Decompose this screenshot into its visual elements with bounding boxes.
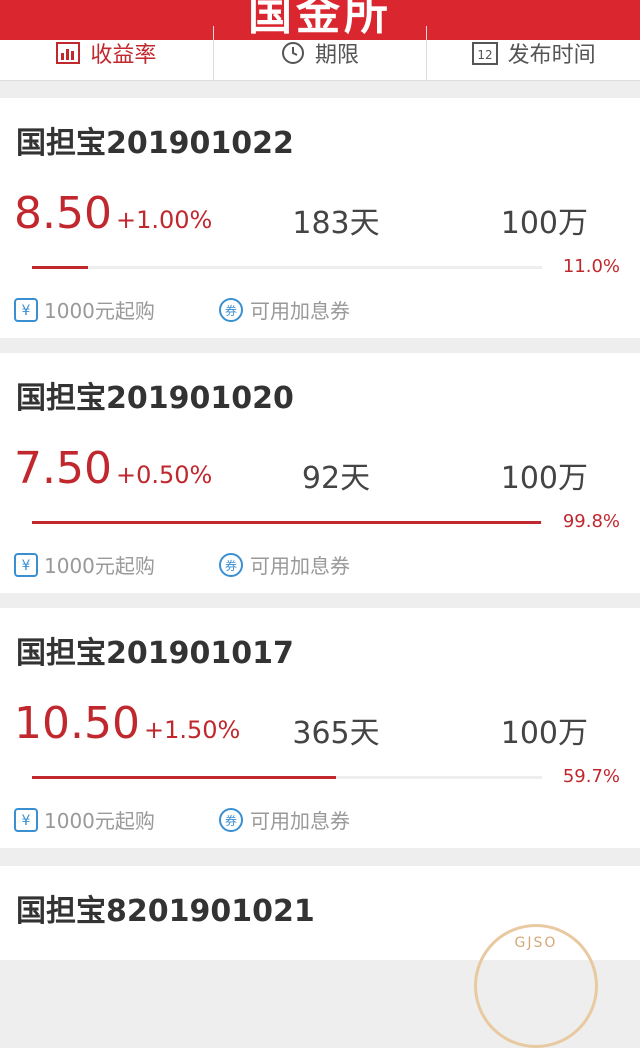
- min-purchase-tag: ¥ 1000元起购: [14, 805, 155, 834]
- progress-fill: [32, 521, 541, 524]
- coupon-icon: 券: [218, 297, 244, 323]
- term-value: 365天: [292, 716, 380, 751]
- bar-chart-icon: [56, 42, 81, 64]
- min-purchase-label: 1000元起购: [44, 299, 155, 323]
- min-purchase-label: 1000元起购: [44, 554, 155, 578]
- svg-text:¥: ¥: [22, 303, 31, 319]
- progress-fill: [32, 266, 89, 269]
- coupon-label: 可用加息券: [250, 299, 350, 323]
- svg-text:券: 券: [225, 303, 237, 318]
- calendar-icon: 12: [471, 41, 498, 65]
- term-value: 92天: [301, 461, 371, 496]
- tab-yield-label: 收益率: [90, 43, 157, 68]
- svg-text:券: 券: [225, 558, 237, 573]
- tab-term[interactable]: 期限: [214, 26, 428, 80]
- yuan-icon: ¥: [14, 297, 38, 322]
- progress-track: [32, 521, 542, 524]
- min-purchase-label: 1000元起购: [44, 809, 155, 833]
- yuan-icon: ¥: [14, 807, 38, 832]
- svg-text:12: 12: [477, 48, 492, 62]
- coupon-icon: 券: [218, 552, 244, 578]
- svg-text:¥: ¥: [22, 813, 31, 829]
- progress-percent: 59.7%: [562, 766, 620, 787]
- coupon-icon: 券: [218, 807, 244, 833]
- coupon-label: 可用加息券: [250, 809, 350, 833]
- clock-icon: [281, 41, 305, 65]
- tab-publish-time-label: 发布时间: [507, 43, 596, 68]
- coupon-tag: 券 可用加息券: [218, 805, 350, 834]
- product-name: 国担宝201901022: [16, 126, 294, 161]
- amount-value: 100万: [500, 206, 588, 241]
- tab-yield[interactable]: 收益率: [0, 26, 214, 80]
- progress-track: [32, 776, 542, 779]
- product-card[interactable]: 国担宝201901020 7.50 +0.50% 92天 100万 99.8% ¥…: [0, 353, 640, 593]
- tab-term-label: 期限: [315, 43, 360, 68]
- amount-value: 100万: [500, 461, 588, 496]
- coupon-tag: 券 可用加息券: [218, 550, 350, 579]
- sort-tabs: 收益率 期限 12 发布时间: [0, 26, 640, 81]
- coupon-tag: 券 可用加息券: [218, 295, 350, 324]
- progress-percent: 99.8%: [562, 511, 620, 532]
- term-value: 183天: [292, 206, 380, 241]
- company-seal: GJSO: [474, 924, 598, 1048]
- svg-text:券: 券: [225, 813, 237, 828]
- coupon-label: 可用加息券: [250, 554, 350, 578]
- progress-fill: [32, 776, 337, 779]
- product-card[interactable]: 国担宝201901022 8.50 +1.00% 183天 100万 11.0% …: [0, 98, 640, 338]
- min-purchase-tag: ¥ 1000元起购: [14, 550, 155, 579]
- product-name: 国担宝201901020: [16, 381, 294, 416]
- min-purchase-tag: ¥ 1000元起购: [14, 295, 155, 324]
- seal-text: GJSO: [514, 935, 558, 951]
- tab-publish-time[interactable]: 12 发布时间: [427, 26, 640, 80]
- svg-text:¥: ¥: [22, 558, 31, 574]
- product-name: 国担宝201901017: [16, 636, 294, 671]
- progress-track: [32, 266, 542, 269]
- yuan-icon: ¥: [14, 552, 38, 577]
- product-name: 国担宝8201901021: [16, 894, 315, 929]
- product-card[interactable]: 国担宝201901017 10.50 +1.50% 365天 100万 59.7%…: [0, 608, 640, 848]
- amount-value: 100万: [500, 716, 588, 751]
- progress-percent: 11.0%: [562, 256, 620, 277]
